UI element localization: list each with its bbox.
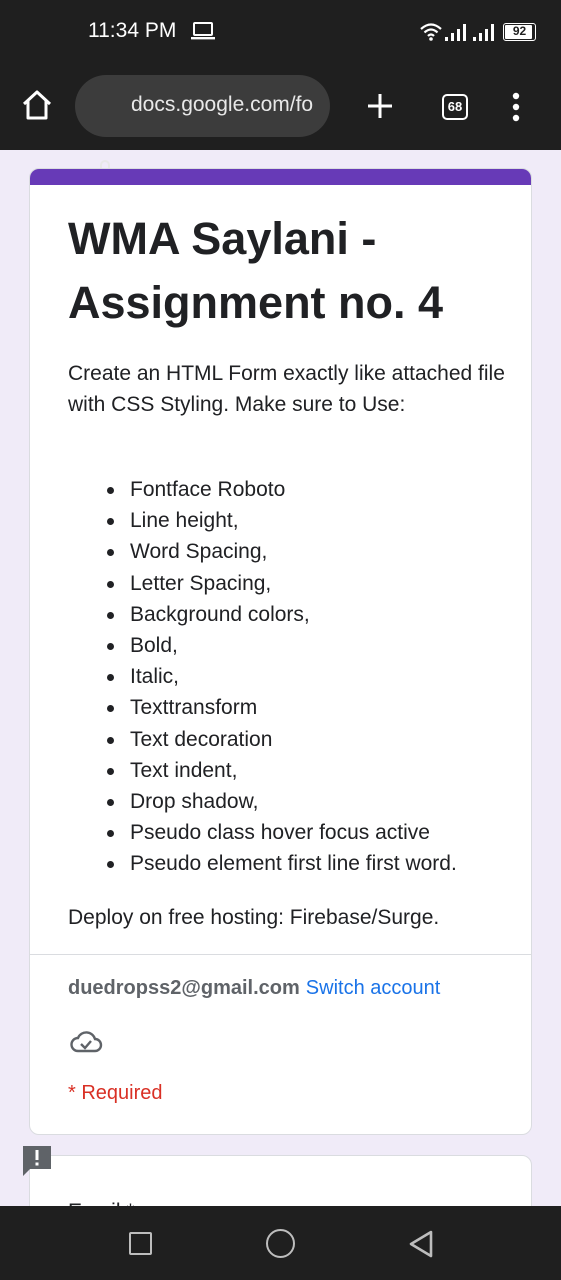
back-triangle-icon[interactable] [408,1229,434,1259]
signal-icon [473,24,494,41]
switch-account-link[interactable]: Switch account [306,977,441,999]
feedback-icon[interactable] [22,1145,52,1177]
list-item: Drop shadow, [102,786,457,817]
account-row: duedropss2@gmail.com Switch account [68,973,440,1003]
more-vert-icon[interactable] [508,92,524,122]
list-item: Text decoration [102,724,457,755]
wifi-icon [420,23,442,41]
list-item: Pseudo element first line first word. [102,848,457,879]
requirements-list: Fontface Roboto Line height, Word Spacing,… [102,474,457,880]
account-email: duedropss2@gmail.com [68,977,300,999]
list-item: Pseudo class hover focus active [102,817,457,848]
list-item: Letter Spacing, [102,568,457,599]
status-time: 11:34 PM [88,19,177,42]
list-item: Background colors, [102,599,457,630]
home-circle-icon[interactable] [266,1229,295,1258]
deploy-note: Deploy on free hosting: Firebase/Surge. [68,906,440,929]
divider [30,954,531,955]
list-item: Texttransform [102,692,457,723]
form-header-card: WMA Saylani - Assignment no. 4 Create an… [29,168,532,1135]
home-icon[interactable] [20,88,54,122]
browser-toolbar: docs.google.com/fo 68 [0,64,561,179]
battery-icon: 92 [503,23,536,41]
battery-percent: 92 [512,24,527,38]
recents-square-icon[interactable] [129,1232,152,1255]
list-item: Bold, [102,630,457,661]
list-item: Line height, [102,505,457,536]
system-nav-bar [0,1206,561,1280]
form-accent-bar [30,169,531,185]
form-description: Create an HTML Form exactly like attache… [68,362,505,416]
cloud-saved-icon [70,1031,103,1053]
signal-icon [445,24,466,41]
url-text[interactable]: docs.google.com/fo [131,93,323,117]
list-item: Fontface Roboto [102,474,457,505]
laptop-icon [191,22,215,40]
form-title: WMA Saylani - Assignment no. 4 [68,213,444,328]
tab-switcher-button[interactable]: 68 [442,94,468,120]
new-tab-icon[interactable] [365,91,395,121]
list-item: Italic, [102,661,457,692]
list-item: Text indent, [102,755,457,786]
list-item: Word Spacing, [102,536,457,567]
required-note: * Required [68,1082,163,1104]
status-bar: 11:34 PM 92 [0,0,561,64]
